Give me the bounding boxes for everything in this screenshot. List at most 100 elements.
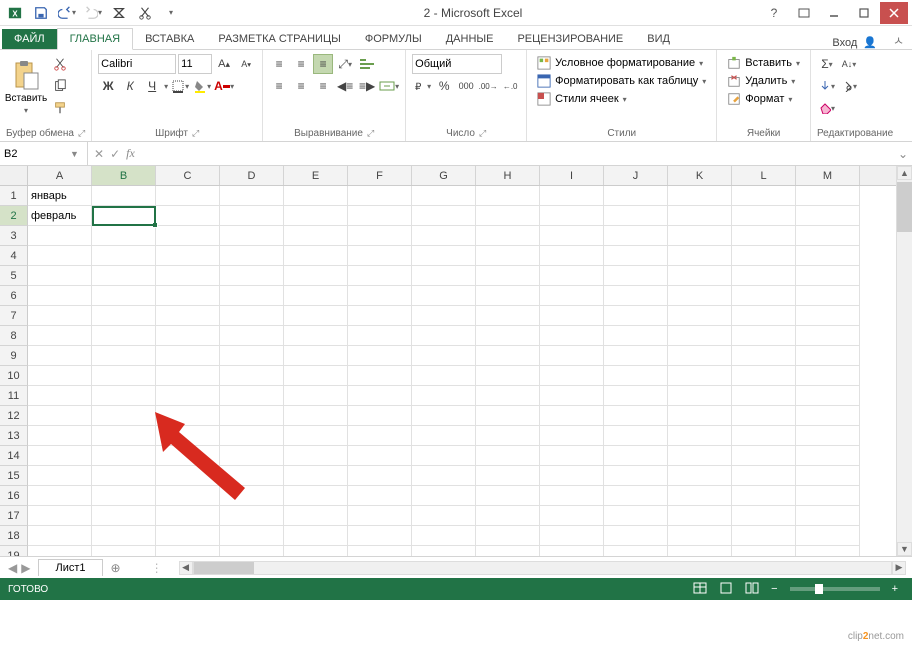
comma-icon[interactable]: 000 [456,76,476,96]
cell[interactable] [540,506,604,526]
cell[interactable] [412,426,476,446]
cell[interactable] [412,206,476,226]
clear-button[interactable]: ▾ [817,98,837,118]
cell[interactable] [28,286,92,306]
cell[interactable] [476,246,540,266]
cell[interactable] [540,446,604,466]
cell[interactable] [668,526,732,546]
copy-button[interactable] [50,76,70,96]
cell[interactable] [220,426,284,446]
signin-link[interactable]: Вход [832,37,857,49]
horizontal-scrollbar[interactable] [193,561,892,575]
cell[interactable] [156,206,220,226]
cell[interactable] [796,306,860,326]
cell[interactable] [348,246,412,266]
column-header[interactable]: C [156,166,220,185]
cell[interactable] [668,286,732,306]
view-pagelayout-icon[interactable] [713,582,739,597]
cell[interactable] [540,186,604,206]
cell[interactable] [220,206,284,226]
number-launcher-icon[interactable]: ⤢ [479,128,486,139]
cell[interactable] [604,226,668,246]
cell[interactable] [348,406,412,426]
cell[interactable] [92,506,156,526]
cell[interactable] [156,386,220,406]
row-header[interactable]: 19 [0,546,28,556]
cell[interactable] [28,426,92,446]
cell[interactable] [412,466,476,486]
increase-font-icon[interactable]: A▴ [214,54,234,74]
cell[interactable] [476,466,540,486]
cell[interactable] [220,306,284,326]
cell[interactable] [732,226,796,246]
vertical-scrollbar[interactable]: ▲ ▼ [896,166,912,556]
cell[interactable] [796,246,860,266]
cell[interactable] [284,266,348,286]
cell[interactable] [156,486,220,506]
cell[interactable] [348,346,412,366]
cell[interactable] [796,466,860,486]
cell[interactable] [540,406,604,426]
row-header[interactable]: 4 [0,246,28,266]
hscroll-right-icon[interactable]: ▶ [892,561,906,575]
save-icon[interactable] [30,2,52,24]
cell[interactable] [92,246,156,266]
cell[interactable] [604,526,668,546]
cell[interactable] [220,346,284,366]
align-center-icon[interactable]: ≡ [291,76,311,96]
row-header[interactable]: 9 [0,346,28,366]
cell[interactable] [796,386,860,406]
column-header[interactable]: F [348,166,412,185]
cell[interactable] [668,546,732,556]
fx-icon[interactable]: fx [126,146,135,161]
cell[interactable] [28,506,92,526]
cell[interactable] [348,506,412,526]
column-header[interactable]: K [668,166,732,185]
cell[interactable] [28,306,92,326]
row-header[interactable]: 14 [0,446,28,466]
cell[interactable] [604,286,668,306]
cell[interactable] [476,266,540,286]
cell[interactable] [348,206,412,226]
cell[interactable] [476,186,540,206]
tab-review[interactable]: РЕЦЕНЗИРОВАНИЕ [505,29,635,49]
align-bottom-icon[interactable]: ≡ [313,54,333,74]
alignment-launcher-icon[interactable]: ⤢ [367,128,374,139]
tab-insert[interactable]: ВСТАВКА [133,29,206,49]
name-box-input[interactable] [4,148,62,160]
sheet-tab[interactable]: Лист1 [38,559,102,576]
format-painter-button[interactable] [50,98,70,118]
number-format-select[interactable] [412,54,502,74]
cell[interactable] [732,206,796,226]
cell[interactable] [284,426,348,446]
cell[interactable] [284,446,348,466]
cells-area[interactable]: январьфевраль [28,186,912,556]
cell[interactable] [92,466,156,486]
cell[interactable] [604,386,668,406]
cell[interactable] [28,386,92,406]
underline-button[interactable]: Ч [142,76,162,96]
cell[interactable] [284,386,348,406]
cell[interactable] [668,406,732,426]
cell[interactable] [284,346,348,366]
cell[interactable] [476,306,540,326]
cell[interactable] [348,446,412,466]
cell[interactable] [476,206,540,226]
cell[interactable] [668,206,732,226]
cell[interactable] [412,346,476,366]
tab-view[interactable]: ВИД [635,29,682,49]
cell[interactable] [668,426,732,446]
cell[interactable] [28,366,92,386]
column-header[interactable]: B [92,166,156,185]
cell[interactable] [796,346,860,366]
cell[interactable] [412,326,476,346]
decrease-indent-icon[interactable]: ◀≡ [335,76,355,96]
cell[interactable] [156,186,220,206]
column-header[interactable]: H [476,166,540,185]
cell[interactable] [284,326,348,346]
accept-formula-icon[interactable]: ✓ [110,147,120,161]
cell[interactable] [92,526,156,546]
select-all-corner[interactable] [0,166,28,185]
help-icon[interactable]: ? [760,2,788,24]
cell[interactable] [412,186,476,206]
